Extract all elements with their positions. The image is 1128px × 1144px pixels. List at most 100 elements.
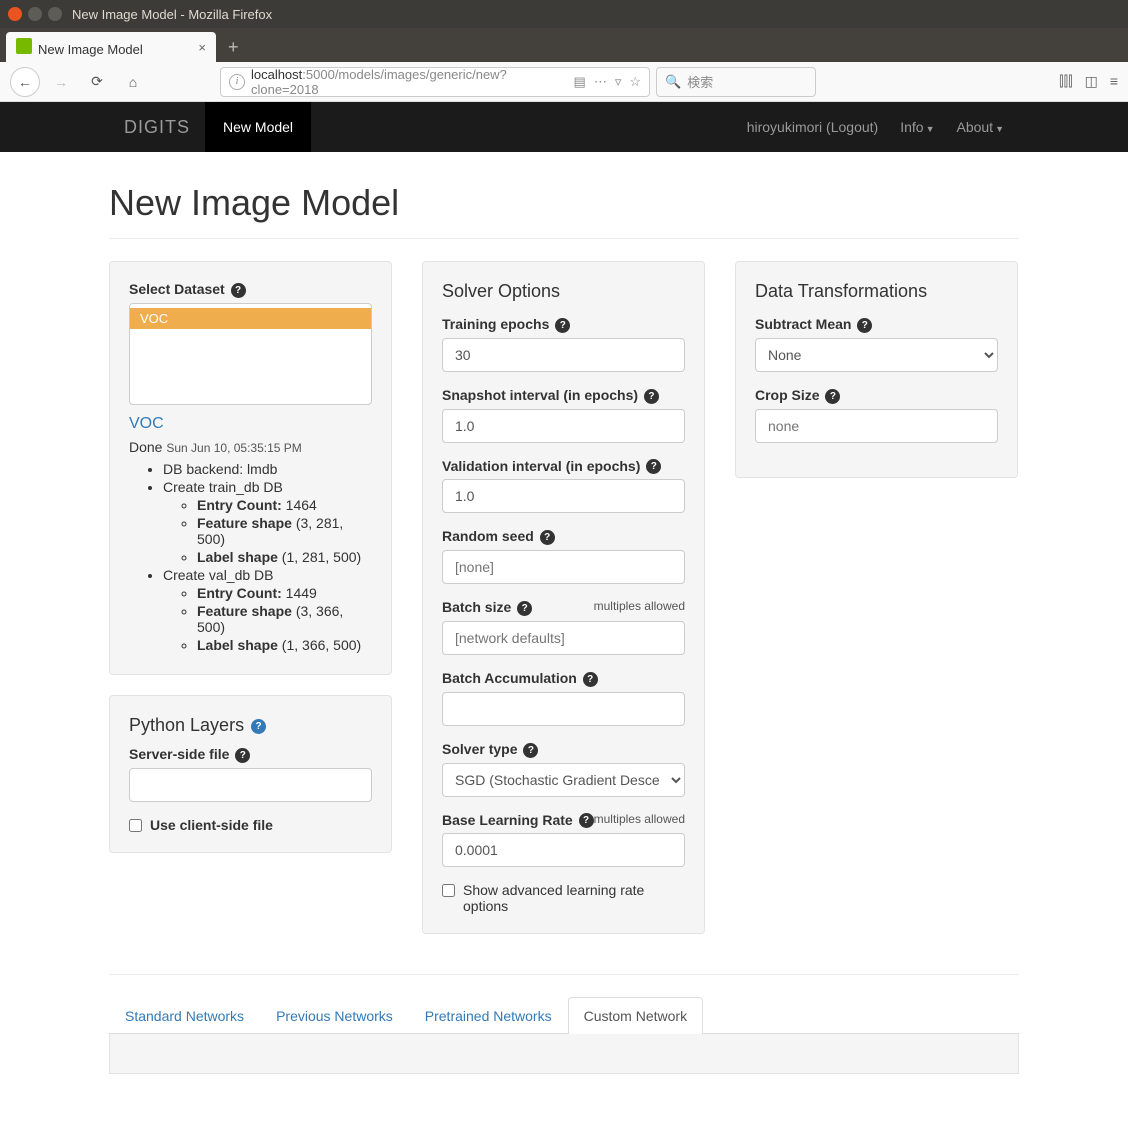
nav-info[interactable]: Info▼ (900, 119, 934, 135)
learning-rate-label: Base Learning Rate ?multiples allowed (442, 812, 685, 829)
crop-size-input[interactable] (755, 409, 998, 443)
nav-item-new-model[interactable]: New Model (205, 102, 311, 152)
search-placeholder: 検索 (687, 72, 713, 91)
training-epochs-input[interactable] (442, 338, 685, 372)
info-icon[interactable]: i (229, 74, 245, 90)
tab-content (109, 1034, 1019, 1074)
python-layers-title: Python Layers ? (129, 715, 372, 736)
help-icon[interactable]: ? (555, 318, 570, 333)
help-icon[interactable]: ? (235, 748, 250, 763)
use-client-side-checkbox[interactable] (129, 819, 142, 832)
batch-accumulation-input[interactable] (442, 692, 685, 726)
help-icon[interactable]: ? (579, 813, 594, 828)
snapshot-interval-input[interactable] (442, 409, 685, 443)
menu-icon[interactable]: ≡ (1110, 73, 1118, 90)
page-actions-icon[interactable]: ⋯ (594, 74, 607, 90)
window-minimize-button[interactable] (28, 7, 42, 21)
help-icon[interactable]: ? (825, 389, 840, 404)
back-button[interactable]: ← (10, 67, 40, 97)
random-seed-input[interactable] (442, 550, 685, 584)
favicon (16, 38, 32, 54)
advanced-lr-label: Show advanced learning rate options (463, 882, 685, 914)
list-item: Entry Count: 1449 (197, 585, 372, 601)
tab-standard-networks[interactable]: Standard Networks (109, 997, 260, 1034)
window-title: New Image Model - Mozilla Firefox (72, 7, 272, 22)
help-icon[interactable]: ? (857, 318, 872, 333)
learning-rate-input[interactable] (442, 833, 685, 867)
help-icon[interactable]: ? (523, 743, 538, 758)
reader-mode-icon[interactable]: ▤ (574, 74, 586, 90)
list-item: Entry Count: 1464 (197, 497, 372, 513)
network-tabs: Standard Networks Previous Networks Pret… (109, 997, 1019, 1034)
url-bar[interactable]: i localhost:5000/models/images/generic/n… (220, 67, 650, 97)
chevron-down-icon: ▼ (995, 124, 1004, 134)
transforms-panel: Data Transformations Subtract Mean ? Non… (735, 261, 1018, 478)
dataset-panel: Select Dataset ? VOC VOC Done Sun Jun 10… (109, 261, 392, 675)
list-item: Feature shape (3, 281, 500) (197, 515, 372, 547)
list-item: Feature shape (3, 366, 500) (197, 603, 372, 635)
help-icon[interactable]: ? (644, 389, 659, 404)
pocket-icon[interactable]: ▿ (615, 74, 622, 90)
help-icon[interactable]: ? (231, 283, 246, 298)
list-item: DB backend: lmdb (163, 461, 372, 477)
use-client-side-label: Use client-side file (150, 817, 273, 833)
advanced-lr-checkbox[interactable] (442, 884, 455, 897)
help-icon[interactable]: ? (540, 530, 555, 545)
new-tab-button[interactable]: + (228, 37, 239, 62)
python-layers-panel: Python Layers ? Server-side file ? Use c… (109, 695, 392, 853)
tab-close-icon[interactable]: × (198, 40, 206, 55)
dataset-selected-link[interactable]: VOC (129, 415, 164, 432)
search-bar[interactable]: 🔍 検索 (656, 67, 816, 97)
snapshot-interval-label: Snapshot interval (in epochs) ? (442, 387, 685, 404)
select-dataset-label: Select Dataset ? (129, 281, 372, 298)
library-icon[interactable]: ⫿⫿⫿ (1059, 73, 1072, 90)
nav-user-logout[interactable]: hiroyukimori (Logout) (747, 119, 879, 135)
list-item: Label shape (1, 281, 500) (197, 549, 372, 565)
validation-interval-label: Validation interval (in epochs) ? (442, 458, 685, 475)
tab-pretrained-networks[interactable]: Pretrained Networks (409, 997, 568, 1034)
browser-tab[interactable]: New Image Model × (6, 32, 216, 62)
chevron-down-icon: ▼ (926, 124, 935, 134)
window-titlebar: New Image Model - Mozilla Firefox (0, 0, 1128, 28)
server-side-file-label: Server-side file ? (129, 746, 372, 763)
solver-type-label: Solver type ? (442, 741, 685, 758)
crop-size-label: Crop Size ? (755, 387, 998, 404)
app-navbar: DIGITS New Model hiroyukimori (Logout) I… (0, 102, 1128, 152)
forward-button[interactable]: → (46, 67, 76, 97)
bookmark-icon[interactable]: ☆ (629, 74, 641, 90)
dataset-listbox[interactable]: VOC (129, 303, 372, 405)
batch-size-label: Batch size ?multiples allowed (442, 599, 685, 616)
help-icon[interactable]: ? (517, 601, 532, 616)
list-item: Label shape (1, 366, 500) (197, 637, 372, 653)
dataset-item-voc[interactable]: VOC (130, 308, 371, 329)
subtract-mean-label: Subtract Mean ? (755, 316, 998, 333)
window-maximize-button[interactable] (48, 7, 62, 21)
list-item: Create train_db DB (163, 479, 372, 495)
browser-tab-strip: New Image Model × + (0, 28, 1128, 62)
sidebar-icon[interactable]: ◫ (1085, 73, 1098, 90)
subtract-mean-select[interactable]: None (755, 338, 998, 372)
validation-interval-input[interactable] (442, 479, 685, 513)
home-button[interactable]: ⌂ (118, 67, 148, 97)
nav-about[interactable]: About▼ (956, 119, 1004, 135)
page-title: New Image Model (109, 182, 1019, 224)
tab-custom-network[interactable]: Custom Network (568, 997, 703, 1034)
batch-size-input[interactable] (442, 621, 685, 655)
server-side-file-input[interactable] (129, 768, 372, 802)
tab-previous-networks[interactable]: Previous Networks (260, 997, 409, 1034)
solver-panel: Solver Options Training epochs ? Snapsho… (422, 261, 705, 934)
browser-nav-bar: ← → ⟳ ⌂ i localhost:5000/models/images/g… (0, 62, 1128, 102)
random-seed-label: Random seed ? (442, 528, 685, 545)
solver-type-select[interactable]: SGD (Stochastic Gradient Descent) (442, 763, 685, 797)
search-icon: 🔍 (665, 74, 681, 90)
training-epochs-label: Training epochs ? (442, 316, 685, 333)
window-close-button[interactable] (8, 7, 22, 21)
transforms-title: Data Transformations (755, 281, 998, 302)
brand[interactable]: DIGITS (109, 117, 205, 138)
dataset-status: Done Sun Jun 10, 05:35:15 PM (129, 439, 372, 455)
reload-button[interactable]: ⟳ (82, 67, 112, 97)
browser-tab-title: New Image Model (38, 42, 143, 57)
help-icon[interactable]: ? (646, 459, 661, 474)
help-icon[interactable]: ? (583, 672, 598, 687)
help-icon[interactable]: ? (251, 719, 266, 734)
